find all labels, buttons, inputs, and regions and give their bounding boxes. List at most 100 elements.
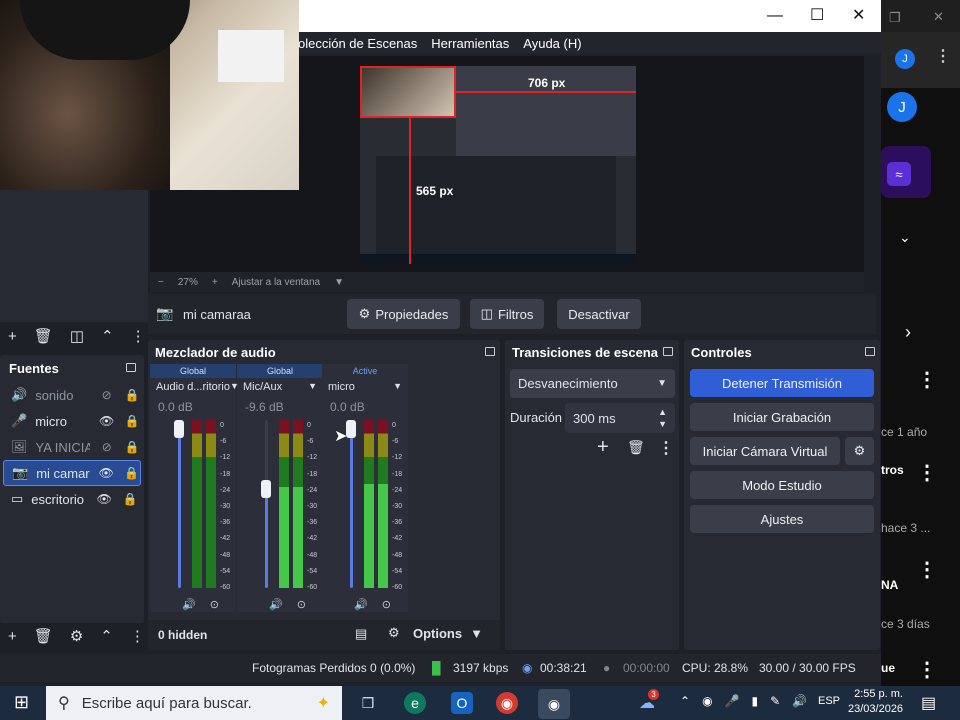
maximize-icon[interactable]: ☐ bbox=[810, 5, 824, 25]
trash-icon[interactable]: 🗑 bbox=[34, 327, 53, 345]
minimize-icon[interactable]: — bbox=[767, 7, 783, 25]
zoom-in-icon[interactable]: + bbox=[212, 277, 218, 288]
start-virtual-camera-button[interactable]: Iniciar Cámara Virtual bbox=[690, 437, 840, 465]
menu-scene-collection[interactable]: olección de Escenas bbox=[298, 36, 417, 51]
lock-icon[interactable]: 🔒 bbox=[123, 388, 141, 402]
advanced-audio-icon[interactable]: ⚙ bbox=[388, 625, 400, 641]
wifi-icon[interactable]: ✎ bbox=[770, 694, 780, 708]
chrome-icon[interactable]: ◉ bbox=[496, 692, 518, 714]
deactivate-button[interactable]: Desactivar bbox=[557, 299, 641, 329]
more-icon[interactable]: ⋮ bbox=[658, 438, 674, 458]
channel-name[interactable]: micro ▼ bbox=[322, 378, 408, 396]
channel-name[interactable]: Mic/Aux ▼ bbox=[237, 378, 323, 396]
fit-window-label[interactable]: Ajustar a la ventana bbox=[232, 277, 320, 288]
taskbar-search[interactable]: ⚲ Escribe aquí para buscar. ✦ bbox=[46, 686, 342, 720]
volume-slider[interactable] bbox=[350, 420, 353, 588]
add-transition-icon[interactable]: + bbox=[597, 436, 609, 459]
volume-icon[interactable]: 🔊 bbox=[182, 598, 196, 611]
filters-button[interactable]: ◫ Filtros bbox=[470, 299, 544, 329]
video-title[interactable]: ue bbox=[881, 661, 895, 675]
chevron-right-icon[interactable]: › bbox=[905, 322, 911, 343]
channel-avatar[interactable]: J bbox=[887, 92, 917, 122]
list-item[interactable]: 🖼 YA INICIA ⊘ 🔒 bbox=[3, 434, 141, 460]
camera-status-icon[interactable]: ◉ bbox=[702, 694, 712, 708]
lock-icon[interactable]: 🔒 bbox=[121, 492, 139, 506]
add-scene-icon[interactable]: + bbox=[8, 328, 17, 345]
eye-hidden-icon[interactable]: ⊘ bbox=[98, 388, 116, 402]
virtual-camera-settings-button[interactable]: ⚙ bbox=[845, 437, 874, 465]
options-button[interactable]: Options ▼ bbox=[413, 626, 483, 641]
volume-icon[interactable]: 🔊 bbox=[269, 598, 283, 611]
volume-slider[interactable] bbox=[265, 420, 268, 588]
volume-slider-handle[interactable] bbox=[174, 420, 184, 438]
chevron-down-icon[interactable]: ▼ bbox=[334, 277, 344, 288]
volume-slider-handle[interactable] bbox=[346, 420, 356, 438]
channel-name[interactable]: Audio d...ritorio ▼ bbox=[150, 378, 239, 396]
volume-slider[interactable] bbox=[178, 420, 181, 588]
transition-select[interactable]: Desvanecimiento ▼ bbox=[510, 369, 675, 398]
undock-icon[interactable] bbox=[126, 363, 136, 372]
outlook-icon[interactable]: O bbox=[451, 692, 473, 714]
trash-icon[interactable]: 🗑 bbox=[34, 627, 53, 645]
hidden-count[interactable]: 0 hidden bbox=[158, 628, 207, 642]
eye-hidden-icon[interactable]: ⊘ bbox=[98, 440, 116, 454]
spin-arrows-icon[interactable]: ▲ ▼ bbox=[658, 406, 667, 430]
thumbnail[interactable]: ≈ bbox=[881, 146, 931, 198]
battery-icon[interactable]: ▮ bbox=[752, 694, 759, 708]
undock-icon[interactable] bbox=[663, 347, 673, 356]
list-item-selected[interactable]: 📷 mi camara 👁 🔒 bbox=[3, 460, 141, 486]
video-title[interactable]: tros bbox=[881, 463, 904, 477]
eye-icon[interactable]: 👁 bbox=[98, 414, 116, 428]
restore-icon[interactable]: ❐ bbox=[889, 10, 901, 26]
profile-avatar[interactable]: J bbox=[895, 49, 915, 69]
studio-mode-button[interactable]: Modo Estudio bbox=[690, 471, 874, 499]
list-item[interactable]: ▭ escritorio 👁 🔒 bbox=[3, 486, 141, 512]
trash-icon[interactable]: 🗑 bbox=[627, 439, 645, 456]
duration-spinbox[interactable]: 300 ms ▲ ▼ bbox=[565, 403, 675, 433]
zoom-out-icon[interactable]: − bbox=[158, 277, 164, 288]
monitor-off-icon[interactable]: ⊙ bbox=[297, 598, 306, 611]
video-title[interactable]: NA bbox=[881, 578, 898, 592]
monitor-off-icon[interactable]: ⊙ bbox=[210, 598, 219, 611]
more-icon[interactable]: ⋮ bbox=[917, 370, 937, 390]
move-up-icon[interactable]: ⌃ bbox=[101, 327, 114, 345]
volume-slider-handle[interactable] bbox=[261, 480, 271, 498]
undock-icon[interactable] bbox=[485, 347, 495, 356]
more-icon[interactable]: ⋮ bbox=[130, 627, 145, 645]
lock-icon[interactable]: 🔒 bbox=[123, 440, 141, 454]
notifications-icon[interactable]: ▤ bbox=[921, 693, 936, 713]
more-icon[interactable]: ⋮ bbox=[131, 327, 146, 345]
more-icon[interactable]: ⋮ bbox=[935, 49, 951, 65]
stop-stream-button[interactable]: Detener Transmisión bbox=[690, 369, 874, 397]
chevron-down-icon[interactable]: ⌄ bbox=[899, 229, 911, 246]
clock[interactable]: 2:55 p. m. 23/03/2026 bbox=[848, 687, 903, 717]
more-icon[interactable]: ⋮ bbox=[917, 660, 937, 680]
close-icon[interactable]: ✕ bbox=[852, 5, 865, 25]
eye-icon[interactable]: 👁 bbox=[95, 492, 113, 506]
move-up-icon[interactable]: ⌃ bbox=[100, 627, 113, 645]
close-icon[interactable]: ✕ bbox=[933, 9, 944, 25]
start-recording-button[interactable]: Iniciar Grabación bbox=[690, 403, 874, 431]
volume-icon[interactable]: 🔊 bbox=[354, 598, 368, 611]
language-indicator[interactable]: ESP bbox=[818, 695, 840, 707]
more-icon[interactable]: ⋮ bbox=[917, 560, 937, 580]
settings-button[interactable]: Ajustes bbox=[690, 505, 874, 533]
menu-tools[interactable]: Herramientas bbox=[431, 36, 509, 51]
more-icon[interactable]: ⋮ bbox=[917, 463, 937, 483]
selection-box[interactable] bbox=[360, 66, 456, 118]
list-item[interactable]: 🔊 sonido ⊘ 🔒 bbox=[3, 382, 141, 408]
lock-icon[interactable]: 🔒 bbox=[123, 466, 140, 480]
layout-icon[interactable]: ▤ bbox=[355, 626, 367, 642]
list-item[interactable]: 🎤 micro 👁 🔒 bbox=[3, 408, 141, 434]
menu-help[interactable]: Ayuda (H) bbox=[523, 36, 581, 51]
gear-icon[interactable]: ⚙ bbox=[70, 627, 83, 645]
eye-icon[interactable]: 👁 bbox=[98, 466, 115, 480]
undock-icon[interactable] bbox=[865, 347, 875, 356]
volume-icon[interactable]: 🔊 bbox=[792, 694, 807, 708]
lock-icon[interactable]: 🔒 bbox=[123, 414, 141, 428]
task-view-icon[interactable]: ❒ bbox=[357, 692, 379, 714]
microphone-icon[interactable]: 🎤 bbox=[725, 694, 740, 708]
properties-button[interactable]: ⚙ Propiedades bbox=[347, 299, 460, 329]
filter-icon[interactable]: ◫ bbox=[70, 327, 84, 345]
edge-icon[interactable]: e bbox=[404, 692, 426, 714]
